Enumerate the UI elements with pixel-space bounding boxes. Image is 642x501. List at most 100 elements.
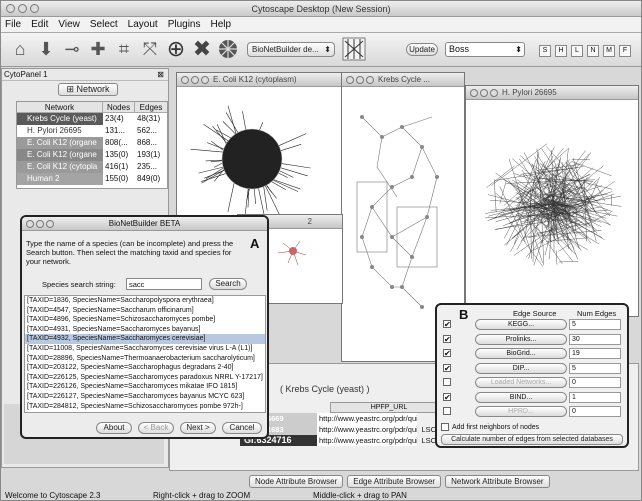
species-result-item[interactable]: [TAXID=4932, SpeciesName=Saccharomyces c… [25, 334, 265, 344]
edge-count-field[interactable]: 0 [569, 377, 621, 388]
zoom-out-icon[interactable]: ✚ [87, 36, 109, 62]
network-table-row[interactable]: E. Coli K12 (organe 808(... 868... [17, 137, 167, 149]
species-result-item[interactable]: [TAXID=4896, SpeciesName=Schizosaccharom… [25, 315, 265, 325]
toolbar: ⌂ ⬇ ⊸ ✚ ⌗ ⤧ ⊕ ✖ BioNetBuilder de... ⬍ Upd… [1, 33, 641, 67]
h-button[interactable]: H [555, 45, 567, 57]
species-result-item[interactable]: [TAXID=284812, SpeciesName=Schizosacchar… [25, 402, 265, 412]
browser-tabs: Node Attribute Browser Edge Attribute Br… [249, 475, 550, 488]
cancel-button[interactable]: Cancel [222, 422, 262, 434]
species-result-item[interactable]: [TAXID=4547, SpeciesName=Saccharum offic… [25, 306, 265, 316]
network-edges-cell: 849(0) [137, 174, 161, 183]
minimize-window-button[interactable] [18, 4, 27, 13]
add-neighbors-row: Add first neighbors of nodes [441, 423, 539, 431]
species-result-item[interactable]: [TAXID=226125, SpeciesName=Saccharomyces… [25, 373, 265, 383]
edge-count-field[interactable]: 30 [569, 333, 621, 345]
species-result-item[interactable]: [TAXID=226126, SpeciesName=Saccharomyces… [25, 382, 265, 392]
calculate-edges-button[interactable]: Calculate number of edges from selected … [441, 434, 623, 445]
plugin-select[interactable]: BioNetBuilder de... ⬍ [247, 42, 335, 57]
menu-file[interactable]: File [5, 19, 21, 30]
chevron-down-icon: ⬍ [515, 45, 522, 54]
menu-view[interactable]: View [58, 19, 80, 30]
menu-bar: File Edit View Select Layout Plugins Hel… [1, 17, 641, 33]
edge-source-button[interactable]: BioGrid... [475, 348, 567, 359]
network-table-row[interactable]: E. Coli K12 (cytopla 416(1) 235... [17, 161, 167, 173]
edge-count-field[interactable]: 5 [569, 362, 621, 374]
table-header: Network Nodes Edges [17, 102, 167, 113]
delete-icon[interactable]: ✖ [191, 36, 213, 62]
zoom-window-button[interactable] [30, 4, 39, 13]
edge-source-checkbox[interactable]: ✔ [443, 349, 451, 358]
edge-count-field[interactable]: 1 [569, 391, 621, 403]
edge-source-button[interactable]: HPRD... [475, 406, 567, 417]
close-window-button[interactable] [6, 4, 15, 13]
network-name-cell: E. Coli K12 (organe [17, 137, 103, 149]
open-session-icon[interactable]: ⌂ [9, 36, 31, 62]
zoom-in-icon[interactable]: ⊸ [61, 36, 83, 62]
network-table-row[interactable]: H. Pylori 26695 131... 562... [17, 125, 167, 137]
menu-select[interactable]: Select [90, 19, 118, 30]
species-result-item[interactable]: [TAXID=4931, SpeciesName=Saccharomyces b… [25, 325, 265, 335]
species-result-item[interactable]: [TAXID=28896, SpeciesName=Thermoanaeroba… [25, 354, 265, 364]
n-button[interactable]: N [587, 45, 599, 57]
add-neighbors-checkbox[interactable] [441, 423, 449, 431]
tab-network-attribute-browser[interactable]: Network Attribute Browser [445, 475, 550, 488]
create-network-icon[interactable]: ⊕ [165, 36, 187, 62]
tab-network[interactable]: ⊞ Network [58, 83, 118, 96]
edge-source-button[interactable]: DIP... [475, 362, 567, 374]
chevron-down-icon: ⬍ [324, 45, 331, 54]
back-button[interactable]: < Back [138, 422, 174, 434]
network-edges-cell: 868... [137, 138, 158, 147]
species-result-item[interactable]: [TAXID=226127, SpeciesName=Saccharomyces… [25, 392, 265, 402]
species-result-item[interactable]: [TAXID=1836, SpeciesName=Saccharopolyspo… [25, 296, 265, 306]
f-button[interactable]: F [619, 45, 631, 57]
edge-source-checkbox[interactable]: ✔ [443, 392, 451, 401]
zoom-fit-icon[interactable]: ⤧ [139, 36, 161, 62]
l-button[interactable]: L [571, 45, 583, 57]
edge-source-button[interactable]: KEGG... [475, 319, 567, 330]
menu-layout[interactable]: Layout [128, 19, 158, 30]
network-table-row[interactable]: Human 2 155(0) 849(0) [17, 173, 167, 185]
search-button[interactable]: Search [209, 278, 247, 290]
edge-count-field[interactable]: 5 [569, 319, 621, 330]
network-view-hpylori[interactable]: H. Pylori 26695 [465, 85, 639, 317]
tab-node-attribute-browser[interactable]: Node Attribute Browser [249, 475, 344, 488]
species-result-item[interactable]: [TAXID=203122, SpeciesName=Saccharophagu… [25, 363, 265, 373]
menu-edit[interactable]: Edit [31, 19, 48, 30]
bionetbuilder-icon[interactable] [341, 36, 367, 62]
edge-source-checkbox[interactable]: ✔ [443, 320, 451, 329]
edge-count-field[interactable]: 0 [569, 406, 621, 417]
network-nodes-cell: 808(... [105, 138, 128, 147]
update-button[interactable]: Update [406, 43, 438, 56]
next-button[interactable]: Next > [180, 422, 216, 434]
s-button[interactable]: S [539, 45, 551, 57]
edge-count-field[interactable]: 19 [569, 348, 621, 359]
edge-source-button[interactable]: Prolinks... [475, 333, 567, 345]
edge-source-checkbox[interactable] [443, 378, 451, 386]
search-field[interactable]: Boss ⬍ [445, 42, 525, 57]
menu-help[interactable]: Help [211, 19, 232, 30]
bionetbuilder-dialog: BioNetBuilder BETA A Type the name of a … [20, 215, 269, 439]
species-search-input[interactable]: sacc [126, 278, 202, 290]
species-result-item[interactable]: [TAXID=11008, SpeciesName=Saccharomyces … [25, 344, 265, 354]
edge-source-dialog: B Edge Source Num Edges ✔ KEGG... 5 ✔ Prolin… [435, 303, 629, 448]
network-nodes-cell: 135(0) [105, 150, 129, 159]
edge-source-button[interactable]: Loaded Networks... [475, 377, 567, 388]
network-table-row[interactable]: Krebs Cycle (yeast) 23(4) 48(31) [17, 113, 167, 125]
edge-source-checkbox[interactable]: ✔ [443, 363, 451, 372]
edge-source-checkbox[interactable]: ✔ [443, 334, 451, 343]
edge-source-button[interactable]: BIND... [475, 391, 567, 403]
m-button[interactable]: M [603, 45, 615, 57]
vizmapper-icon[interactable] [217, 36, 239, 62]
about-button[interactable]: About [96, 422, 132, 434]
save-session-icon[interactable]: ⬇ [35, 36, 57, 62]
tab-edge-attribute-browser[interactable]: Edge Attribute Browser [347, 475, 442, 488]
menu-plugins[interactable]: Plugins [168, 19, 201, 30]
annotation-a: A [250, 236, 260, 251]
float-panel-icon[interactable]: ⊠ [157, 70, 164, 79]
status-zoom-hint: Right-click + drag to ZOOM [153, 491, 251, 500]
network-table-row[interactable]: E. Coli K12 (organe 135(0) 193(1) [17, 149, 167, 161]
network-view-ecoli[interactable]: E. Coli K12 (cytoplasm) [176, 72, 343, 222]
cytoscape-window: Cytoscape Desktop (New Session) File Edi… [0, 0, 642, 501]
edge-source-checkbox[interactable] [443, 407, 451, 415]
zoom-selected-icon[interactable]: ⌗ [113, 36, 135, 62]
